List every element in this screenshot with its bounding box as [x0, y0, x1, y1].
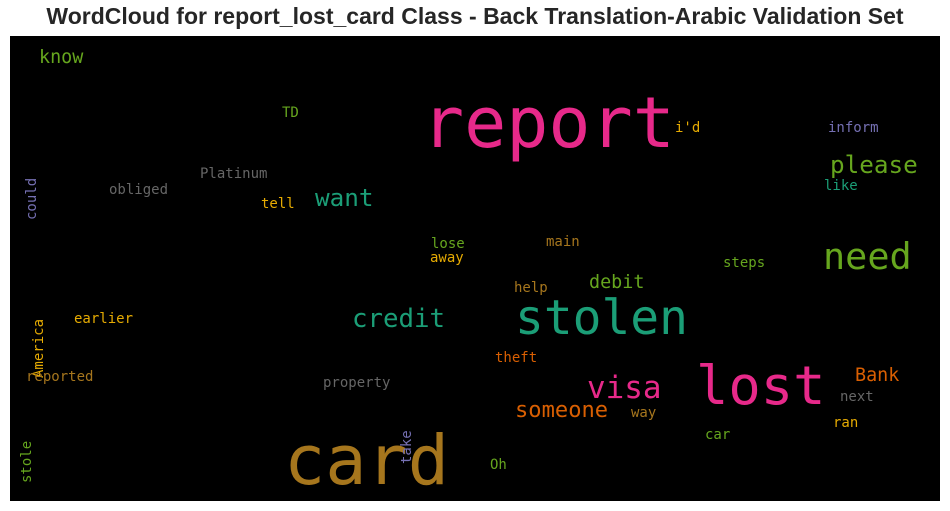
word-card: card: [284, 421, 449, 501]
word-main: main: [546, 234, 580, 250]
word-platinum: Platinum: [200, 166, 268, 182]
word-tell: tell: [261, 196, 295, 212]
word-ran: ran: [833, 415, 859, 431]
word-debit: debit: [589, 272, 645, 293]
word-theft: theft: [495, 350, 538, 366]
word-please: please: [830, 150, 918, 179]
word-lost: lost: [696, 354, 826, 417]
word-way: way: [631, 405, 657, 421]
word-lose: lose: [431, 236, 465, 252]
word-help: help: [514, 280, 548, 296]
word-report: report: [422, 82, 675, 164]
word-need: need: [823, 235, 912, 278]
chart-title: WordCloud for report_lost_card Class - B…: [46, 3, 904, 29]
word-car: car: [705, 427, 731, 443]
word-like: like: [824, 178, 858, 194]
word-someone: someone: [515, 397, 609, 423]
wordcloud-canvas: report card lost stolen need visa credit please…: [10, 36, 940, 501]
word-could: could: [24, 177, 40, 220]
word-know: know: [39, 47, 84, 68]
word-obliged: obliged: [109, 182, 169, 198]
word-reported: reported: [26, 369, 94, 385]
word-inform: inform: [828, 120, 879, 136]
word-want: want: [315, 183, 374, 212]
word-oh: Oh: [490, 457, 507, 473]
word-next: next: [840, 389, 874, 405]
word-take: take: [399, 430, 415, 464]
word-bank: Bank: [855, 365, 900, 386]
word-i-d: i'd: [675, 120, 701, 136]
word-away: away: [430, 250, 464, 266]
word-stole: stole: [19, 440, 35, 483]
word-stolen: stolen: [515, 291, 688, 346]
word-property: property: [323, 375, 391, 391]
word-td: TD: [282, 105, 299, 121]
word-credit: credit: [352, 304, 446, 334]
word-earlier: earlier: [74, 311, 134, 327]
word-steps: steps: [723, 255, 766, 271]
